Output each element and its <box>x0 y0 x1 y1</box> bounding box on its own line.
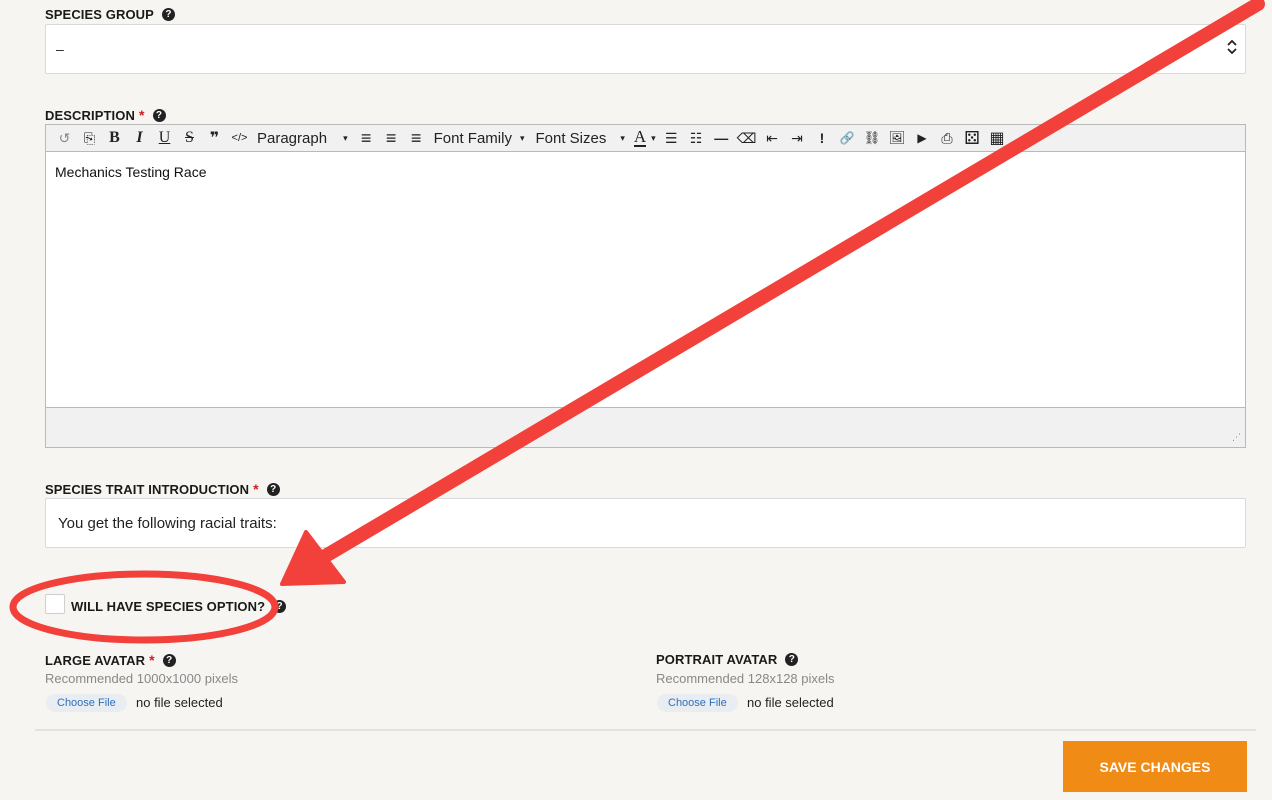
caret-down-icon: ▾ <box>343 132 348 143</box>
caret-down-icon: ▾ <box>620 132 625 143</box>
help-icon[interactable]: ? <box>273 600 287 613</box>
caret-down-icon: ▾ <box>651 132 656 143</box>
exclamation-icon[interactable]: ! <box>810 127 835 149</box>
trait-intro-input[interactable]: You get the following racial traits: <box>45 498 1246 548</box>
chevron-updown-icon <box>1227 39 1237 55</box>
species-option-checkbox[interactable] <box>45 594 65 614</box>
large-avatar-choose-file-button[interactable]: Choose File <box>46 694 127 712</box>
indent-icon[interactable]: ⇥ <box>785 127 810 149</box>
paste-icon[interactable]: ⎘ <box>77 127 102 149</box>
table-icon[interactable]: ▦ <box>985 127 1010 149</box>
horizontal-rule-icon[interactable]: — <box>709 127 734 149</box>
align-left-icon[interactable]: ≡ <box>354 127 379 149</box>
bullet-list-icon[interactable]: ☰ <box>659 127 684 149</box>
bold-icon[interactable]: B <box>102 127 127 149</box>
undo-icon[interactable]: ↺ <box>52 127 77 149</box>
font-family-dropdown-label: Font Family <box>433 129 512 147</box>
required-marker: * <box>253 481 259 497</box>
paragraph-dropdown[interactable]: Paragraph ▾ <box>252 127 354 149</box>
species-option-label[interactable]: WILL HAVE SPECIES OPTION? ? <box>71 599 287 614</box>
help-icon[interactable]: ? <box>152 108 166 122</box>
large-avatar-file-status: no file selected <box>136 695 223 710</box>
font-sizes-dropdown[interactable]: Font Sizes ▾ <box>530 127 630 149</box>
underline-icon[interactable]: U <box>152 127 177 149</box>
code-icon[interactable]: </> <box>227 127 252 149</box>
align-center-icon[interactable]: ≡ <box>379 127 404 149</box>
font-color-icon: A <box>633 127 647 147</box>
editor-content[interactable]: Mechanics Testing Race <box>46 152 1245 407</box>
description-label: DESCRIPTION * ? <box>45 107 166 123</box>
save-changes-button[interactable]: SAVE CHANGES <box>1063 741 1247 792</box>
video-icon[interactable]: ▶ <box>910 127 935 149</box>
help-icon[interactable]: ? <box>162 653 176 667</box>
image-icon[interactable]: 🖼 <box>885 127 910 149</box>
editor-statusbar: ⋰ <box>46 407 1245 447</box>
eraser-icon[interactable]: ⌫ <box>734 127 760 149</box>
document-icon[interactable]: ⎙ <box>935 127 960 149</box>
font-sizes-dropdown-label: Font Sizes <box>535 129 607 147</box>
large-avatar-label: LARGE AVATAR * ? <box>45 652 176 668</box>
outdent-icon[interactable]: ⇤ <box>760 127 785 149</box>
blockquote-icon[interactable]: ❞ <box>202 127 227 149</box>
numbered-list-icon[interactable]: ☷ <box>684 127 709 149</box>
portrait-avatar-hint: Recommended 128x128 pixels <box>656 671 835 686</box>
help-icon[interactable]: ? <box>161 8 175 21</box>
trait-intro-label: SPECIES TRAIT INTRODUCTION * ? <box>45 481 280 497</box>
required-marker: * <box>149 652 155 668</box>
link-icon[interactable]: 🔗 <box>835 127 860 149</box>
portrait-avatar-file-status: no file selected <box>747 695 834 710</box>
font-family-dropdown[interactable]: Font Family ▾ <box>429 127 531 149</box>
description-editor: ↺ ⎘ B I U S ❞ </> Paragraph ▾ ≡ ≡ ≡ Font… <box>45 124 1246 448</box>
form-divider <box>35 729 1256 731</box>
strikethrough-icon[interactable]: S <box>177 127 202 149</box>
help-icon[interactable]: ? <box>266 482 280 496</box>
paragraph-dropdown-label: Paragraph <box>257 129 328 147</box>
resize-grip-icon[interactable]: ⋰ <box>1232 432 1241 443</box>
species-group-label: SPECIES GROUP ? <box>45 7 175 22</box>
align-right-icon[interactable]: ≡ <box>404 127 429 149</box>
large-avatar-hint: Recommended 1000x1000 pixels <box>45 671 238 686</box>
editor-text: Mechanics Testing Race <box>55 164 207 180</box>
species-group-value: – <box>56 41 64 57</box>
dice-icon[interactable]: ⚄ <box>960 127 985 149</box>
editor-toolbar: ↺ ⎘ B I U S ❞ </> Paragraph ▾ ≡ ≡ ≡ Font… <box>46 125 1245 152</box>
portrait-avatar-choose-file-button[interactable]: Choose File <box>657 694 738 712</box>
unlink-icon[interactable]: ⛓ <box>860 127 885 149</box>
required-marker: * <box>138 107 145 123</box>
trait-intro-value: You get the following racial traits: <box>58 514 277 532</box>
portrait-avatar-label: PORTRAIT AVATAR ? <box>656 652 799 667</box>
help-icon[interactable]: ? <box>785 653 799 666</box>
caret-down-icon: ▾ <box>519 132 525 143</box>
italic-icon[interactable]: I <box>127 127 152 149</box>
font-color-button[interactable]: A ▾ <box>631 127 659 149</box>
species-group-select[interactable]: – <box>45 24 1246 74</box>
